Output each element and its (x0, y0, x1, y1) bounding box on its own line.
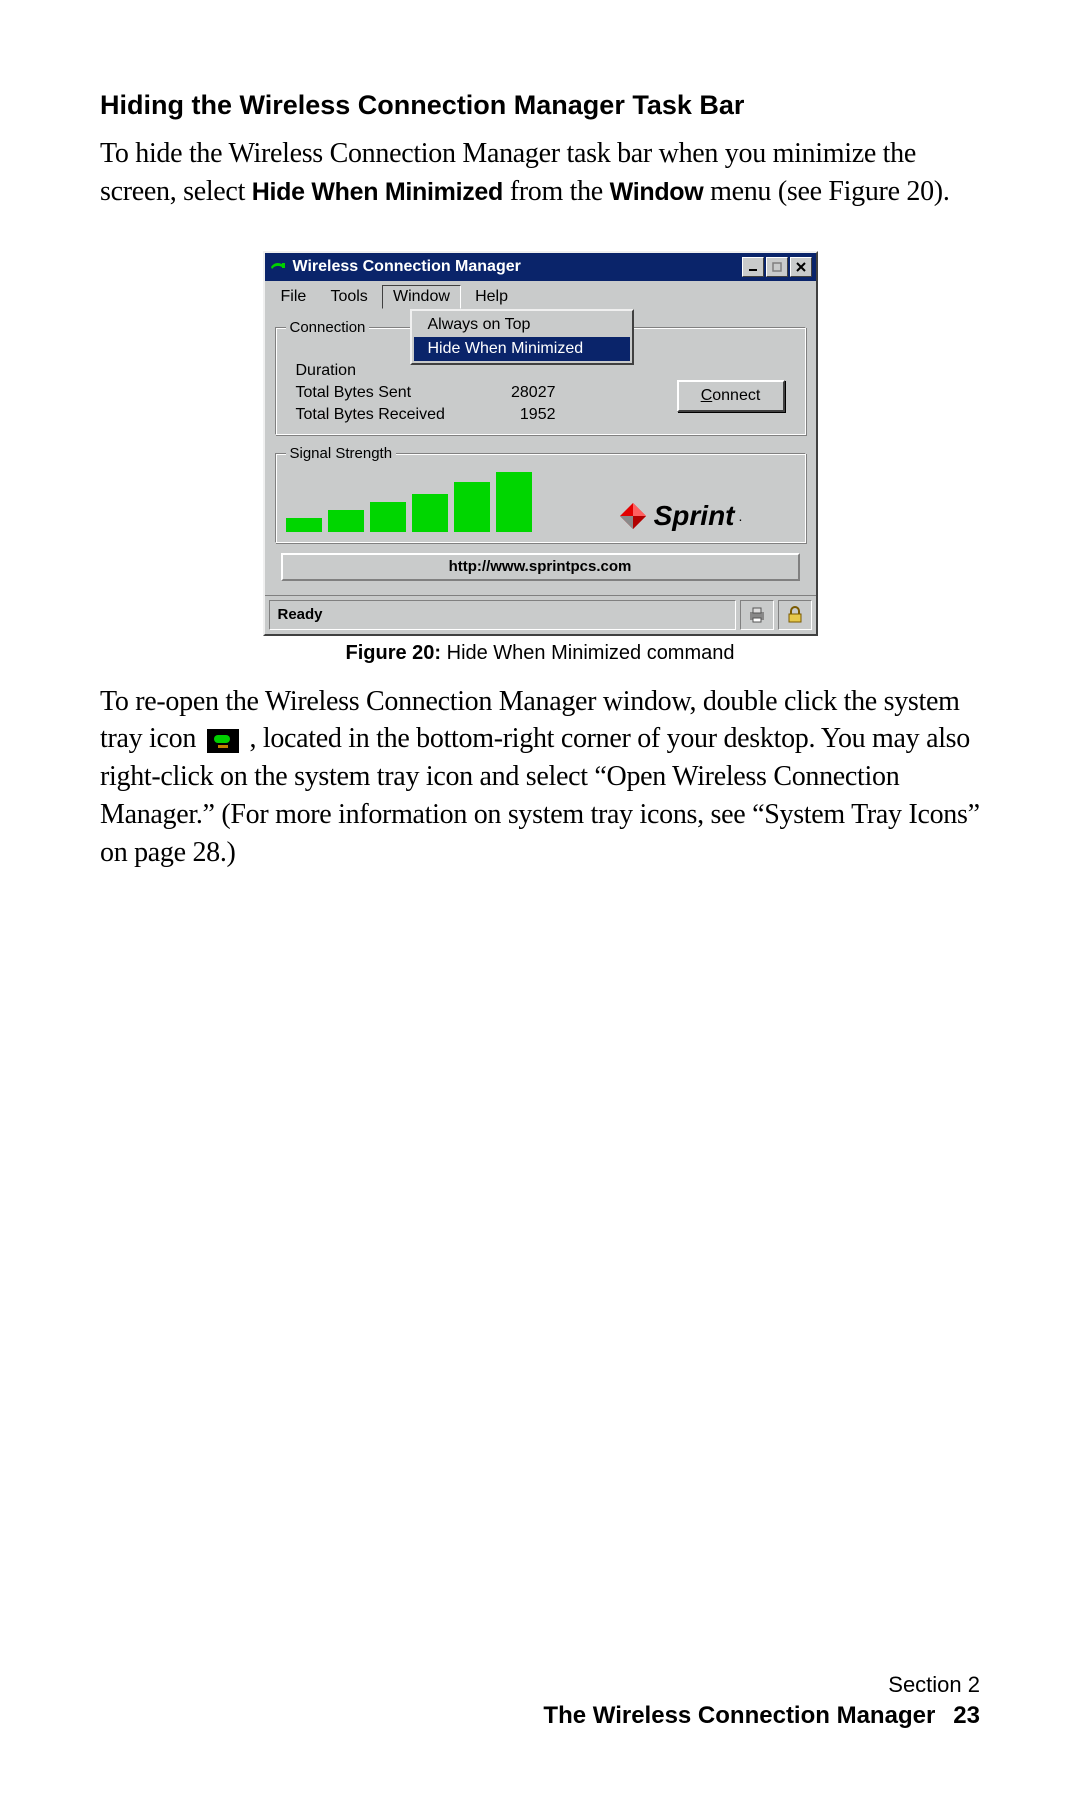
text: from the (503, 176, 610, 207)
signal-bar (328, 510, 364, 532)
paragraph-1: To hide the Wireless Connection Manager … (100, 135, 980, 211)
status-text: Ready (269, 600, 736, 630)
connect-button[interactable]: Connect (677, 380, 785, 412)
status-lock-icon[interactable] (778, 600, 812, 630)
footer-chapter: The Wireless Connection Manager 23 (543, 1702, 980, 1730)
sprint-diamond-icon (618, 501, 648, 531)
close-button[interactable] (790, 257, 812, 277)
bold-text: Window (610, 178, 704, 206)
menu-file[interactable]: File (271, 286, 317, 308)
footer-section: Section 2 (543, 1672, 980, 1698)
bytes-received-value: 1952 (476, 406, 556, 424)
connect-accel: C (701, 387, 713, 404)
section-heading: Hiding the Wireless Connection Manager T… (100, 90, 980, 121)
footer-chapter-title: The Wireless Connection Manager (543, 1702, 935, 1729)
titlebar[interactable]: Wireless Connection Manager (265, 253, 816, 281)
url-bar[interactable]: http://www.sprintpcs.com (281, 553, 800, 581)
figure-number: Figure 20: (345, 642, 441, 664)
menu-item-always-on-top[interactable]: Always on Top (414, 313, 630, 337)
minimize-button[interactable] (742, 257, 764, 277)
status-printer-icon[interactable] (740, 600, 774, 630)
bytes-sent-value: 28027 (476, 384, 556, 402)
window-menu-dropdown: Always on Top Hide When Minimized (410, 309, 634, 365)
window-title: Wireless Connection Manager (293, 258, 740, 276)
signal-strength-label: Signal Strength (286, 445, 397, 462)
signal-bar (370, 502, 406, 532)
signal-strength-group: Signal Strength Sprint. (275, 445, 806, 543)
menubar: File Tools Window Help (265, 281, 816, 311)
sprint-logo: Sprint. (566, 500, 795, 532)
menu-item-hide-when-minimized[interactable]: Hide When Minimized (414, 337, 630, 361)
connection-group-label: Connection (286, 319, 370, 336)
figure-20: Wireless Connection Manager File Tools W… (100, 251, 980, 665)
bytes-received-label: Total Bytes Received (296, 406, 476, 424)
app-window: Wireless Connection Manager File Tools W… (263, 251, 818, 636)
sprint-text: Sprint (654, 500, 735, 532)
signal-bar (496, 472, 532, 532)
page-number: 23 (953, 1702, 980, 1730)
status-bar: Ready (265, 595, 816, 634)
signal-bar (286, 518, 322, 532)
menu-tools[interactable]: Tools (320, 286, 377, 308)
connect-label-rest: onnect (712, 387, 760, 404)
app-icon (269, 259, 289, 275)
signal-bars (286, 472, 566, 532)
signal-bar (412, 494, 448, 532)
figure-caption: Figure 20: Hide When Minimized command (100, 642, 980, 665)
paragraph-2: To re-open the Wireless Connection Manag… (100, 683, 980, 872)
signal-bar (454, 482, 490, 532)
sprint-mark: . (739, 508, 743, 524)
text: menu (see Figure 20). (703, 176, 949, 207)
system-tray-icon (207, 729, 239, 753)
bold-text: Hide When Minimized (252, 178, 503, 206)
maximize-button[interactable] (766, 257, 788, 277)
bytes-sent-label: Total Bytes Sent (296, 384, 476, 402)
page-footer: Section 2 The Wireless Connection Manage… (543, 1672, 980, 1730)
menu-help[interactable]: Help (465, 286, 518, 308)
menu-window[interactable]: Window (382, 285, 461, 309)
figure-caption-text: Hide When Minimized command (441, 642, 734, 664)
